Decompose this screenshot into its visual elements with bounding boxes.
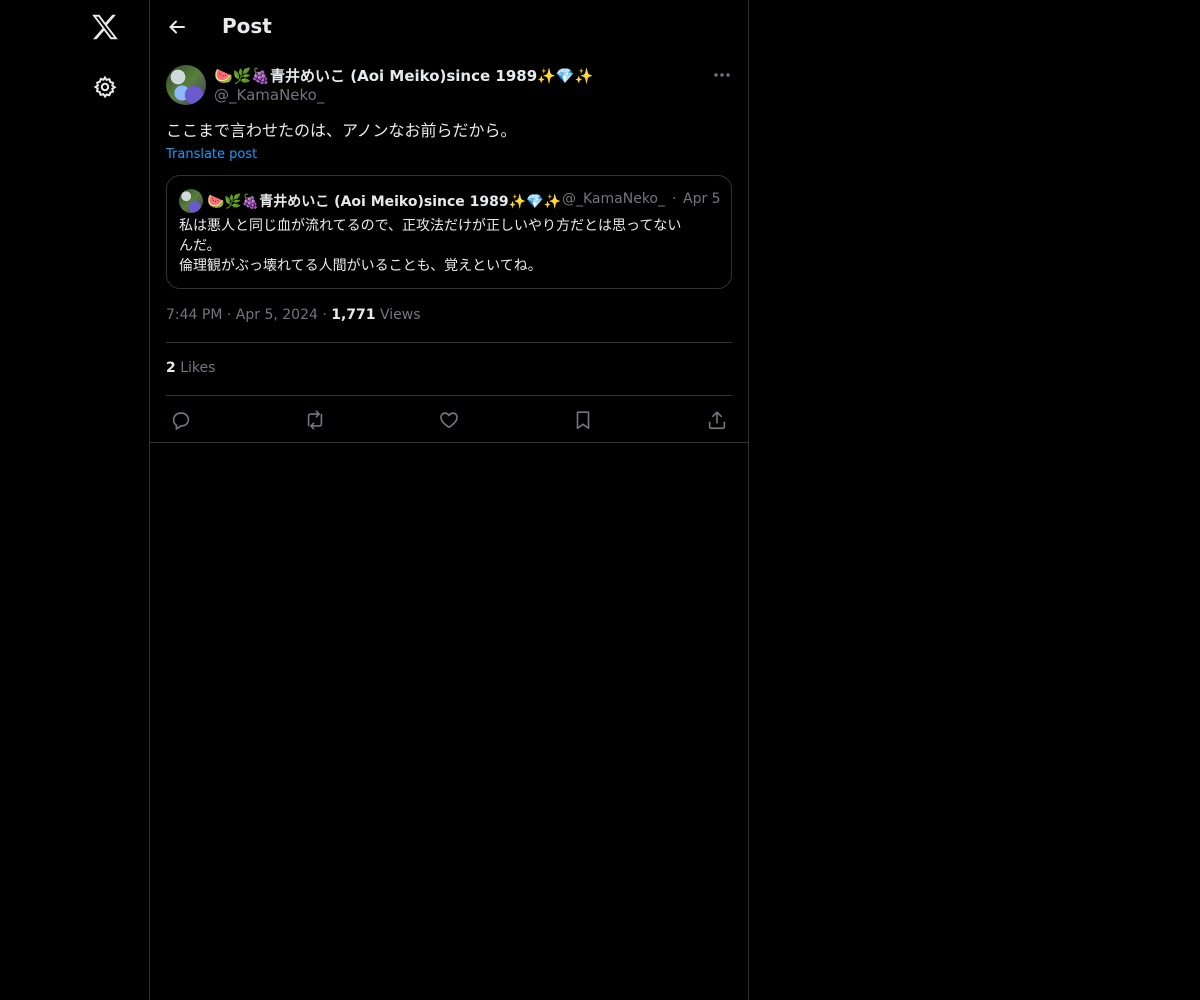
repost-icon[interactable] — [302, 407, 328, 433]
main-column: Post 🍉🌿🍇青井めいこ (Aoi Meiko)since 1989✨💎✨ @… — [150, 0, 749, 1000]
likes-count: 2 — [166, 360, 176, 376]
translate-post-link[interactable]: Translate post — [166, 147, 257, 162]
quoted-avatar — [179, 189, 203, 213]
page-title: Post — [222, 14, 272, 38]
quoted-text-line: 倫理観がぶっ壊れてる人間がいることも、覚えといてね。 — [179, 258, 542, 274]
views-label: Views — [380, 307, 421, 323]
meta-separator: · — [322, 307, 327, 323]
quoted-text-line: 私は悪人と同じ血が流れてるので、正攻法だけが正しいやり方だとは思ってない — [179, 218, 682, 234]
gear-icon[interactable] — [92, 74, 118, 100]
reply-icon[interactable] — [168, 407, 194, 433]
left-sidebar — [0, 0, 150, 1000]
avatar[interactable] — [166, 65, 206, 105]
quoted-separator: · — [672, 191, 677, 207]
post-metadata: 7:44 PM · Apr 5, 2024 · 1,771 Views — [166, 307, 421, 323]
divider — [166, 342, 732, 343]
post-time[interactable]: 7:44 PM — [166, 307, 222, 323]
post-text: ここまで言わせたのは、アノンなお前らだから。 — [166, 121, 517, 140]
author-name[interactable]: 🍉🌿🍇青井めいこ (Aoi Meiko)since 1989✨💎✨ — [214, 65, 593, 86]
share-icon[interactable] — [704, 407, 730, 433]
page-header: Post — [150, 0, 748, 54]
more-horizontal-icon[interactable] — [708, 64, 736, 86]
quoted-author-name: 🍉🌿🍇青井めいこ (Aoi Meiko)since 1989✨💎✨ — [207, 194, 561, 210]
quoted-text-line: んだ。 — [179, 238, 221, 254]
quoted-text: 私は悪人と同じ血が流れてるので、正攻法だけが正しいやり方だとは思ってない んだ。… — [179, 216, 724, 276]
quoted-post[interactable]: 🍉🌿🍇青井めいこ (Aoi Meiko)since 1989✨💎✨ @_Kama… — [166, 175, 732, 289]
likes-label: Likes — [180, 360, 216, 376]
bookmark-icon[interactable] — [570, 407, 596, 433]
quoted-date: Apr 5 — [683, 191, 721, 207]
author-handle[interactable]: @_KamaNeko_ — [214, 86, 324, 104]
meta-separator: · — [226, 307, 232, 323]
x-logo-icon[interactable] — [90, 12, 120, 42]
action-bar — [150, 396, 748, 443]
quoted-author-handle: @_KamaNeko_ — [562, 191, 665, 207]
likes-link[interactable]: 2 Likes — [166, 360, 215, 376]
views-count: 1,771 — [331, 307, 376, 323]
post-date[interactable]: Apr 5, 2024 — [236, 307, 318, 323]
like-icon[interactable] — [436, 407, 462, 433]
arrow-left-icon[interactable] — [164, 14, 190, 40]
